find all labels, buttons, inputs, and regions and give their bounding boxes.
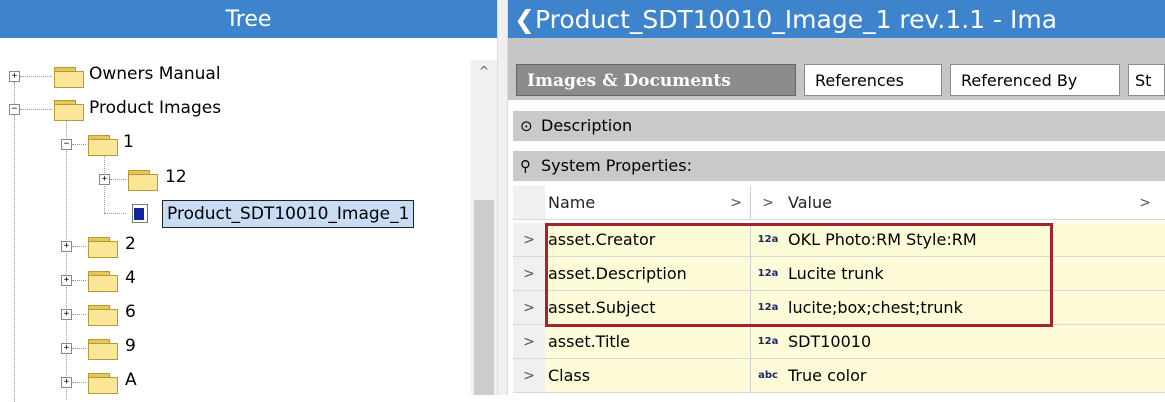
row-expand-icon[interactable]: > bbox=[513, 359, 546, 392]
folder-icon bbox=[88, 271, 118, 292]
column-header-type[interactable]: > bbox=[751, 186, 786, 219]
column-header-value[interactable]: Value > bbox=[785, 186, 1165, 219]
row-expand-icon[interactable]: > bbox=[513, 325, 546, 358]
tab-references[interactable]: References bbox=[804, 64, 942, 96]
folder-icon bbox=[128, 170, 158, 191]
tree-item-4[interactable]: 4 bbox=[125, 268, 136, 288]
property-value[interactable]: True color bbox=[785, 359, 1165, 392]
tree-item-2[interactable]: 2 bbox=[125, 234, 136, 254]
row-expand-icon[interactable]: > bbox=[513, 291, 546, 324]
folder-icon bbox=[88, 339, 118, 360]
image-file-icon bbox=[130, 203, 148, 223]
description-label: Description bbox=[541, 116, 633, 135]
property-name: Class bbox=[545, 359, 751, 392]
string-type-icon: abc bbox=[751, 359, 786, 392]
panel-splitter[interactable] bbox=[497, 0, 508, 395]
collapse-folder-1-icon[interactable]: − bbox=[61, 139, 72, 150]
folder-icon bbox=[88, 305, 118, 326]
tree-item-6[interactable]: 6 bbox=[125, 302, 136, 322]
expand-folder-2-icon[interactable]: + bbox=[61, 241, 72, 252]
expand-folder-a-icon[interactable]: + bbox=[61, 377, 72, 388]
chevron-right-icon[interactable]: > bbox=[730, 186, 742, 219]
tree-item-product-images[interactable]: Product Images bbox=[89, 98, 221, 118]
tree-item-owners-manual[interactable]: Owners Manual bbox=[89, 64, 221, 84]
chevron-right-icon[interactable]: > bbox=[1139, 186, 1151, 219]
text-type-icon: 12a bbox=[751, 325, 786, 358]
tree-panel-header: Tree bbox=[0, 0, 497, 38]
tab-referenced-by[interactable]: Referenced By bbox=[950, 64, 1120, 96]
expand-folder-6-icon[interactable]: + bbox=[61, 309, 72, 320]
expand-folder-4-icon[interactable]: + bbox=[61, 275, 72, 286]
tab-st[interactable]: St bbox=[1128, 64, 1165, 96]
folder-icon bbox=[54, 67, 84, 88]
collapse-product-images-icon[interactable]: − bbox=[9, 104, 20, 115]
folder-icon bbox=[88, 237, 118, 258]
tree-item-1[interactable]: 1 bbox=[123, 132, 134, 152]
tree-item-a[interactable]: A bbox=[125, 370, 137, 390]
system-properties-section-header[interactable]: ⚲ System Properties: bbox=[513, 151, 1165, 181]
property-name: asset.Title bbox=[545, 325, 751, 358]
column-header-name[interactable]: Name > bbox=[545, 186, 751, 219]
tab-images-documents[interactable]: Images & Documents bbox=[516, 64, 796, 96]
property-value[interactable]: SDT10010 bbox=[785, 325, 1165, 358]
expand-circle-icon: ⊙ bbox=[520, 117, 533, 135]
folder-icon bbox=[88, 135, 118, 156]
folder-icon bbox=[88, 373, 118, 394]
tree-item-9[interactable]: 9 bbox=[125, 336, 136, 356]
expand-folder-12-icon[interactable]: + bbox=[99, 174, 110, 185]
scroll-up-arrow-icon[interactable]: ^ bbox=[474, 62, 494, 80]
expand-folder-9-icon[interactable]: + bbox=[61, 343, 72, 354]
row-expand-icon[interactable]: > bbox=[513, 257, 546, 290]
detail-title: ❮Product_SDT10010_Image_1 rev.1.1 - Ima bbox=[508, 0, 1165, 38]
highlight-annotation-box bbox=[545, 223, 1053, 327]
row-expand-icon[interactable]: > bbox=[513, 223, 546, 256]
expand-owners-manual-icon[interactable]: + bbox=[9, 71, 20, 82]
scrollbar-thumb[interactable] bbox=[474, 200, 494, 395]
description-section-header[interactable]: ⊙ Description bbox=[513, 111, 1165, 141]
table-row[interactable]: > Class abc True color bbox=[513, 359, 1165, 393]
pin-icon: ⚲ bbox=[520, 157, 531, 175]
tree-item-product-sdt10010-image-1[interactable]: Product_SDT10010_Image_1 bbox=[162, 200, 415, 228]
system-properties-label: System Properties: bbox=[541, 156, 692, 175]
tree-item-12[interactable]: 12 bbox=[165, 167, 187, 187]
grid-header-row: Name > > Value > bbox=[513, 186, 1165, 220]
table-row[interactable]: > asset.Title 12a SDT10010 bbox=[513, 325, 1165, 359]
folder-icon bbox=[54, 100, 84, 121]
